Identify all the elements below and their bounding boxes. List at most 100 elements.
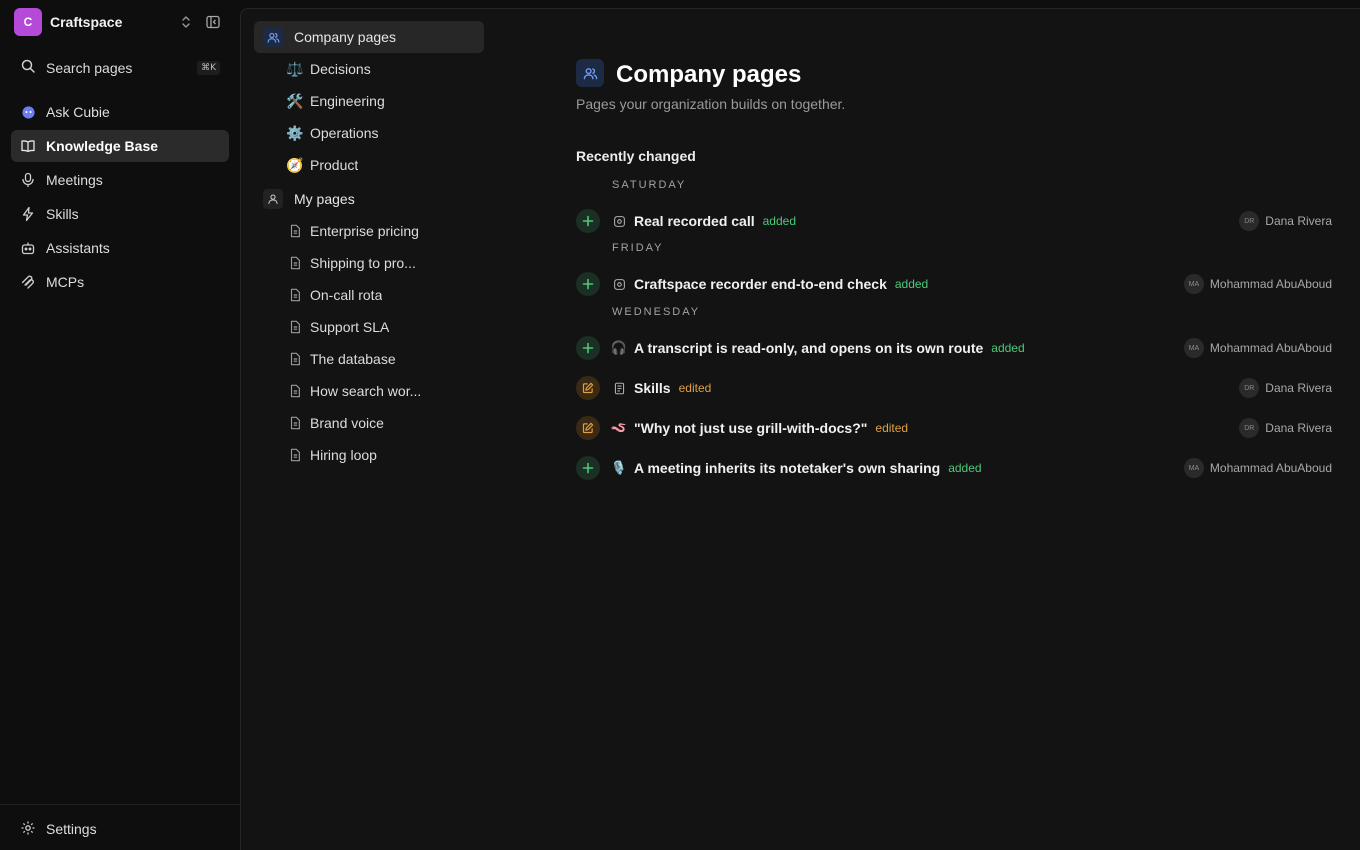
change-title: A meeting inherits its notetaker's own s… <box>634 460 941 476</box>
tree-item-page[interactable]: Hiring loop <box>286 440 482 470</box>
page-tree: Company pages ⚖️ Decisions 🛠️ Engineerin… <box>240 8 497 850</box>
author: MA Mohammad AbuAboud <box>1183 274 1332 294</box>
tree-item-page[interactable]: On-call rota <box>286 280 482 310</box>
mcp-icon <box>20 274 36 290</box>
author: MA Mohammad AbuAboud <box>1183 338 1332 358</box>
app-sidebar: C Craftspace Search pages ⌘K Ask Cubie K… <box>0 0 240 850</box>
nav-item-meetings[interactable]: Meetings <box>11 164 229 196</box>
document-icon <box>286 222 304 240</box>
search-pages-button[interactable]: Search pages ⌘K <box>12 53 228 83</box>
status-badge: edited <box>678 381 712 395</box>
page-subtitle: Pages your organization builds on togeth… <box>576 96 846 112</box>
change-row[interactable]: 🪱 "Why not just use grill-with-docs?" ed… <box>576 416 1332 440</box>
plus-icon <box>576 209 600 233</box>
microphone-icon <box>20 172 36 188</box>
plus-icon <box>576 456 600 480</box>
plus-icon <box>576 272 600 296</box>
day-heading: SATURDAY <box>612 179 687 191</box>
compass-icon: 🧭 <box>286 156 304 173</box>
status-badge: added <box>762 214 796 228</box>
avatar: DR <box>1239 378 1260 398</box>
nav-item-label: Knowledge Base <box>46 138 159 154</box>
tree-item-product[interactable]: 🧭 Product <box>286 150 482 180</box>
change-row[interactable]: Skills edited DR Dana Rivera <box>576 376 1332 400</box>
tree-item-label: Enterprise pricing <box>310 223 419 239</box>
main-nav: Ask Cubie Knowledge Base Meetings Skills… <box>11 96 229 300</box>
headphones-icon: 🎧 <box>610 340 628 355</box>
worm-icon: 🪱 <box>610 420 628 435</box>
change-row[interactable]: Real recorded call added DR Dana Rivera <box>576 209 1332 233</box>
nav-item-ask-cubie[interactable]: Ask Cubie <box>11 96 229 128</box>
author-name: Mohammad AbuAboud <box>1209 277 1332 291</box>
author-name: Mohammad AbuAboud <box>1209 341 1332 355</box>
document-icon <box>286 446 304 464</box>
nav-item-knowledge-base[interactable]: Knowledge Base <box>11 130 229 162</box>
tree-item-label: Support SLA <box>310 319 390 335</box>
avatar: MA <box>1183 458 1204 478</box>
change-row[interactable]: 🎙️ A meeting inherits its notetaker's ow… <box>576 456 1332 480</box>
tree-item-page[interactable]: Brand voice <box>286 408 482 438</box>
tree-item-engineering[interactable]: 🛠️ Engineering <box>286 86 482 116</box>
nav-item-label: Ask Cubie <box>46 104 110 120</box>
cubie-icon <box>20 104 36 120</box>
nav-item-mcps[interactable]: MCPs <box>11 266 229 298</box>
tree-item-label: Operations <box>310 125 379 141</box>
nav-item-label: Skills <box>46 206 79 222</box>
avatar: DR <box>1239 418 1260 438</box>
document-icon <box>286 382 304 400</box>
recording-icon <box>612 277 626 291</box>
tree-item-label: How search wor... <box>310 383 422 399</box>
avatar: DR <box>1239 211 1260 231</box>
change-title: Skills <box>634 380 671 396</box>
document-icon <box>612 381 626 395</box>
tree-item-page[interactable]: Shipping to pro... <box>286 248 482 278</box>
settings-label: Settings <box>46 821 97 837</box>
author: DR Dana Rivera <box>1239 378 1332 398</box>
avatar: MA <box>1183 338 1204 358</box>
nav-item-label: MCPs <box>46 274 85 290</box>
document-icon <box>286 350 304 368</box>
tree-item-label: My pages <box>294 191 355 207</box>
change-row[interactable]: 🎧 A transcript is read-only, and opens o… <box>576 336 1332 360</box>
author-name: Mohammad AbuAboud <box>1209 461 1332 475</box>
change-title: Craftspace recorder end-to-end check <box>634 276 887 292</box>
author: DR Dana Rivera <box>1239 211 1332 231</box>
nav-item-assistants[interactable]: Assistants <box>11 232 229 264</box>
scales-icon: ⚖️ <box>286 60 304 77</box>
pencil-icon <box>576 416 600 440</box>
sidebar-divider <box>0 804 240 805</box>
tree-item-page[interactable]: How search wor... <box>286 376 482 406</box>
chevron-up-down-icon[interactable] <box>178 14 194 30</box>
workspace-logo: C <box>14 8 42 36</box>
settings-button[interactable]: Settings <box>11 813 229 845</box>
collapse-sidebar-icon[interactable] <box>204 13 222 31</box>
change-row[interactable]: Craftspace recorder end-to-end check add… <box>576 272 1332 296</box>
people-icon <box>576 59 604 87</box>
recording-icon <box>612 214 626 228</box>
workspace-switcher[interactable]: C Craftspace <box>14 8 232 36</box>
tree-item-decisions[interactable]: ⚖️ Decisions <box>286 54 482 84</box>
nav-item-skills[interactable]: Skills <box>11 198 229 230</box>
page-title: Company pages <box>616 61 802 88</box>
tree-item-page[interactable]: Enterprise pricing <box>286 216 482 246</box>
tree-item-label: The database <box>310 351 396 367</box>
plus-icon <box>576 336 600 360</box>
tree-item-label: On-call rota <box>310 287 383 303</box>
tree-item-page[interactable]: The database <box>286 344 482 374</box>
day-heading: WEDNESDAY <box>612 306 701 318</box>
author-name: Dana Rivera <box>1265 214 1332 228</box>
tree-item-label: Company pages <box>294 29 396 45</box>
workspace-name: Craftspace <box>50 14 123 30</box>
change-title: "Why not just use grill-with-docs?" <box>634 420 868 436</box>
tree-item-operations[interactable]: ⚙️ Operations <box>286 118 482 148</box>
nav-item-label: Meetings <box>46 172 103 188</box>
change-title: A transcript is read-only, and opens on … <box>634 340 984 356</box>
change-title: Real recorded call <box>634 213 755 229</box>
day-heading: FRIDAY <box>612 242 664 254</box>
status-badge: added <box>948 461 982 475</box>
tree-item-page[interactable]: Support SLA <box>286 312 482 342</box>
person-icon <box>263 189 283 209</box>
tree-item-company-pages[interactable]: Company pages <box>254 21 484 53</box>
author-name: Dana Rivera <box>1265 381 1332 395</box>
tree-item-my-pages[interactable]: My pages <box>254 183 484 215</box>
